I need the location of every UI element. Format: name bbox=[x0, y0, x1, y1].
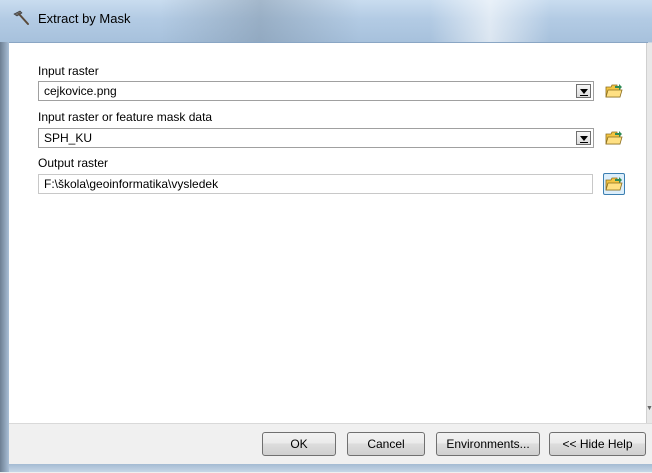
title-bar[interactable]: Extract by Mask bbox=[0, 0, 652, 43]
hammer-tool-icon bbox=[13, 10, 29, 25]
titlebar-glass bbox=[160, 0, 360, 42]
input-raster-value: cejkovice.png bbox=[44, 84, 117, 98]
open-folder-icon bbox=[605, 84, 623, 98]
open-folder-icon bbox=[605, 131, 623, 145]
output-raster-input[interactable] bbox=[39, 175, 584, 191]
environments-button[interactable]: Environments... bbox=[436, 432, 540, 456]
input-raster-browse-button[interactable] bbox=[603, 80, 625, 102]
output-raster-browse-button[interactable] bbox=[603, 173, 625, 195]
window-frame-bottom bbox=[9, 464, 652, 472]
mask-data-dropdown-icon[interactable] bbox=[576, 131, 591, 145]
vertical-scrollbar[interactable] bbox=[646, 43, 652, 423]
window-title: Extract by Mask bbox=[38, 11, 131, 26]
mask-data-label: Input raster or feature mask data bbox=[38, 110, 213, 124]
mask-data-browse-button[interactable] bbox=[603, 127, 625, 149]
input-raster-label: Input raster bbox=[38, 64, 99, 78]
cancel-button[interactable]: Cancel bbox=[347, 432, 425, 456]
output-raster-field[interactable] bbox=[38, 174, 593, 194]
open-folder-icon bbox=[605, 177, 623, 191]
mask-data-value: SPH_KU bbox=[44, 131, 93, 145]
input-raster-combo[interactable]: cejkovice.png bbox=[38, 81, 594, 101]
window-frame-left bbox=[0, 42, 9, 472]
output-raster-label: Output raster bbox=[38, 156, 109, 170]
ok-button[interactable]: OK bbox=[262, 432, 336, 456]
hide-help-button[interactable]: << Hide Help bbox=[549, 432, 646, 456]
mask-data-combo[interactable]: SPH_KU bbox=[38, 128, 594, 148]
scroll-down-arrow-icon[interactable]: ▼ bbox=[646, 404, 652, 414]
titlebar-glass-highlight bbox=[430, 0, 550, 42]
input-raster-dropdown-icon[interactable] bbox=[576, 84, 591, 98]
